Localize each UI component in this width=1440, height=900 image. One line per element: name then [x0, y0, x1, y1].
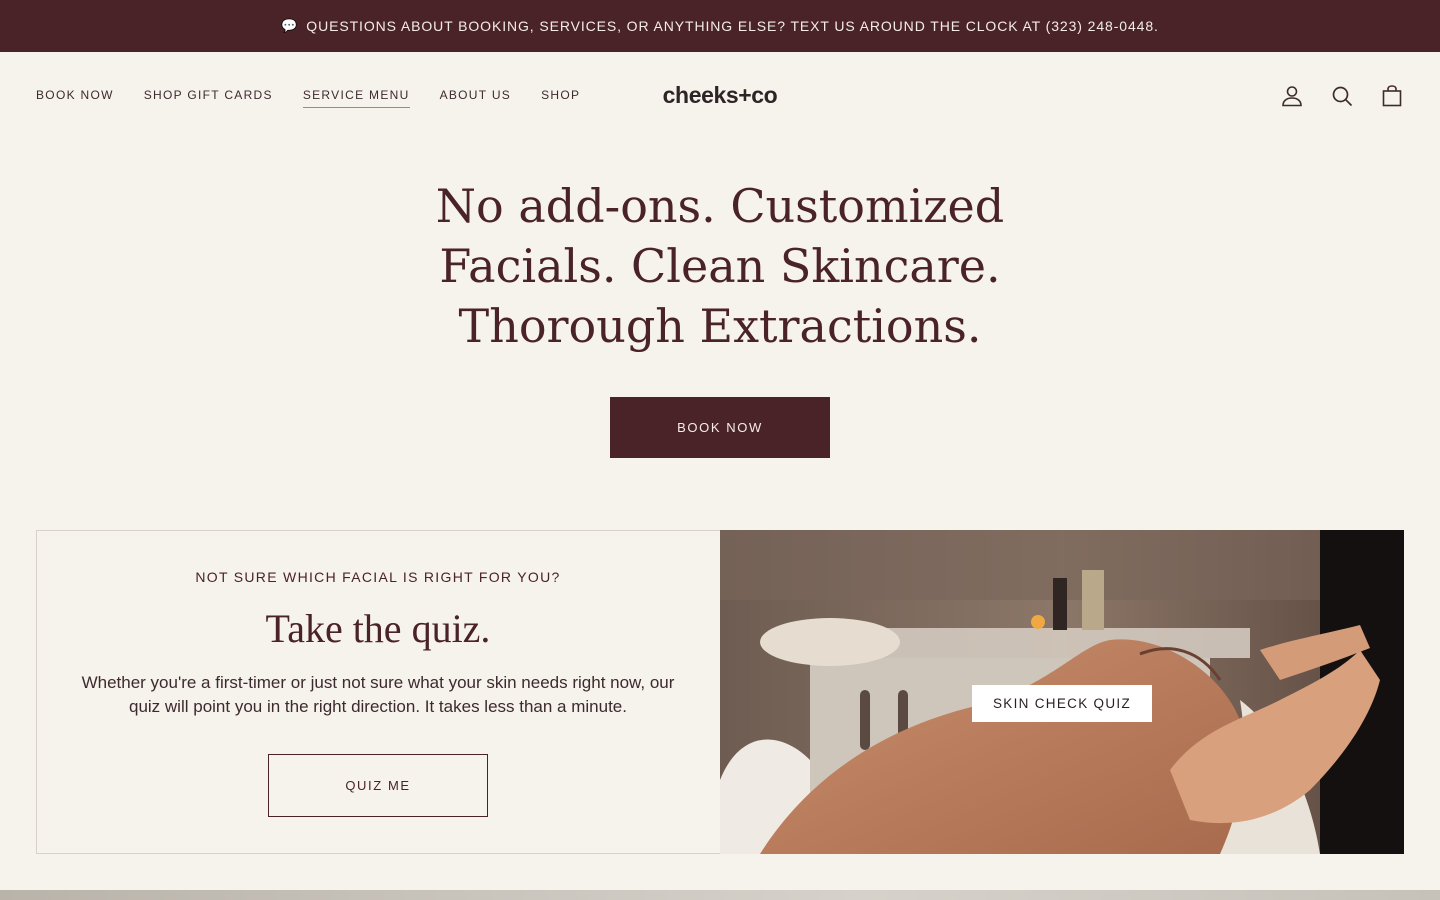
hero-title: No add-ons. Customized Facials. Clean Sk… — [0, 176, 1440, 356]
next-section-peek — [0, 890, 1440, 900]
hero-title-line: Thorough Extractions. — [458, 299, 982, 353]
facial-treatment-photo: SKIN CHECK QUIZ — [720, 530, 1404, 854]
quiz-eyebrow: NOT SURE WHICH FACIAL IS RIGHT FOR YOU? — [195, 569, 561, 585]
announcement-bar: 💬 QUESTIONS ABOUT BOOKING, SERVICES, OR … — [0, 0, 1440, 52]
account-icon[interactable] — [1280, 84, 1304, 108]
announcement-text: QUESTIONS ABOUT BOOKING, SERVICES, OR AN… — [306, 18, 1159, 34]
header-actions — [1254, 84, 1404, 108]
speech-bubble-icon: 💬 — [281, 18, 299, 33]
site-header: BOOK NOW SHOP GIFT CARDS SERVICE MENU AB… — [0, 52, 1440, 140]
search-icon[interactable] — [1330, 84, 1354, 108]
cart-icon[interactable] — [1380, 84, 1404, 108]
brand-logo[interactable]: cheeks+co — [0, 82, 1440, 109]
skin-check-quiz-button[interactable]: SKIN CHECK QUIZ — [972, 685, 1152, 722]
quiz-panel: NOT SURE WHICH FACIAL IS RIGHT FOR YOU? … — [36, 530, 720, 854]
quiz-me-button[interactable]: QUIZ ME — [268, 754, 488, 817]
quiz-description: Whether you're a first-timer or just not… — [81, 673, 675, 716]
hero-title-line: Facials. Clean Skincare. — [439, 239, 1001, 293]
hero-title-line: No add-ons. Customized — [435, 179, 1005, 233]
book-now-button[interactable]: BOOK NOW — [610, 397, 830, 458]
quiz-title: Take the quiz. — [265, 606, 491, 651]
